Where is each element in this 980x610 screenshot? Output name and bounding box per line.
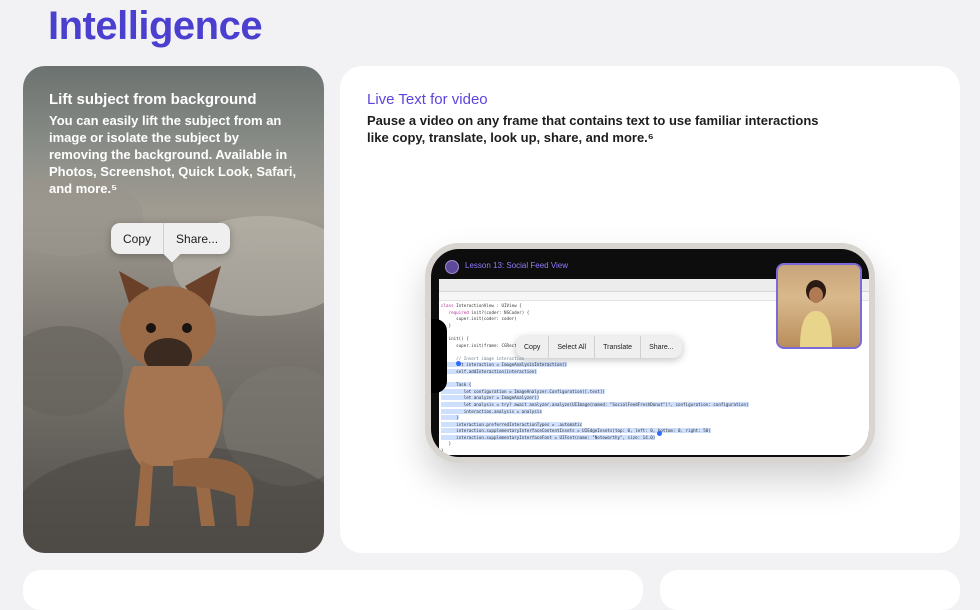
section-heading: Intelligence <box>48 4 263 48</box>
app-logo-icon <box>445 260 459 274</box>
video-title: Lesson 13: Social Feed View <box>465 261 569 270</box>
share-menu-item[interactable]: Share... <box>641 336 682 358</box>
code-text: class InteractionView : UIView { require… <box>441 303 749 454</box>
live-text-title: Live Text for video <box>367 91 488 108</box>
live-text-card: Live Text for video Pause a video on any… <box>340 66 960 553</box>
lift-subject-card: Lift subject from background You can eas… <box>23 66 324 553</box>
live-text-context-menu: Copy Select All Translate Share... <box>516 336 682 358</box>
select-all-menu-item[interactable]: Select All <box>549 336 596 358</box>
next-card-right <box>660 570 960 610</box>
phone-notch <box>431 319 447 393</box>
presenter-image <box>800 280 832 347</box>
live-text-description: Pause a video on any frame that contains… <box>367 113 819 145</box>
next-card-left <box>23 570 643 610</box>
video-pip[interactable] <box>776 263 862 349</box>
lift-subject-description: You can easily lift the subject from an … <box>49 113 297 196</box>
selection-handle-start[interactable] <box>456 361 461 366</box>
selection-handle-end[interactable] <box>657 431 662 436</box>
lift-subject-title: Lift subject from background <box>49 91 257 108</box>
copy-menu-item[interactable]: Copy <box>516 336 550 358</box>
copy-menu-item[interactable]: Copy <box>111 223 165 254</box>
translate-menu-item[interactable]: Translate <box>595 336 642 358</box>
